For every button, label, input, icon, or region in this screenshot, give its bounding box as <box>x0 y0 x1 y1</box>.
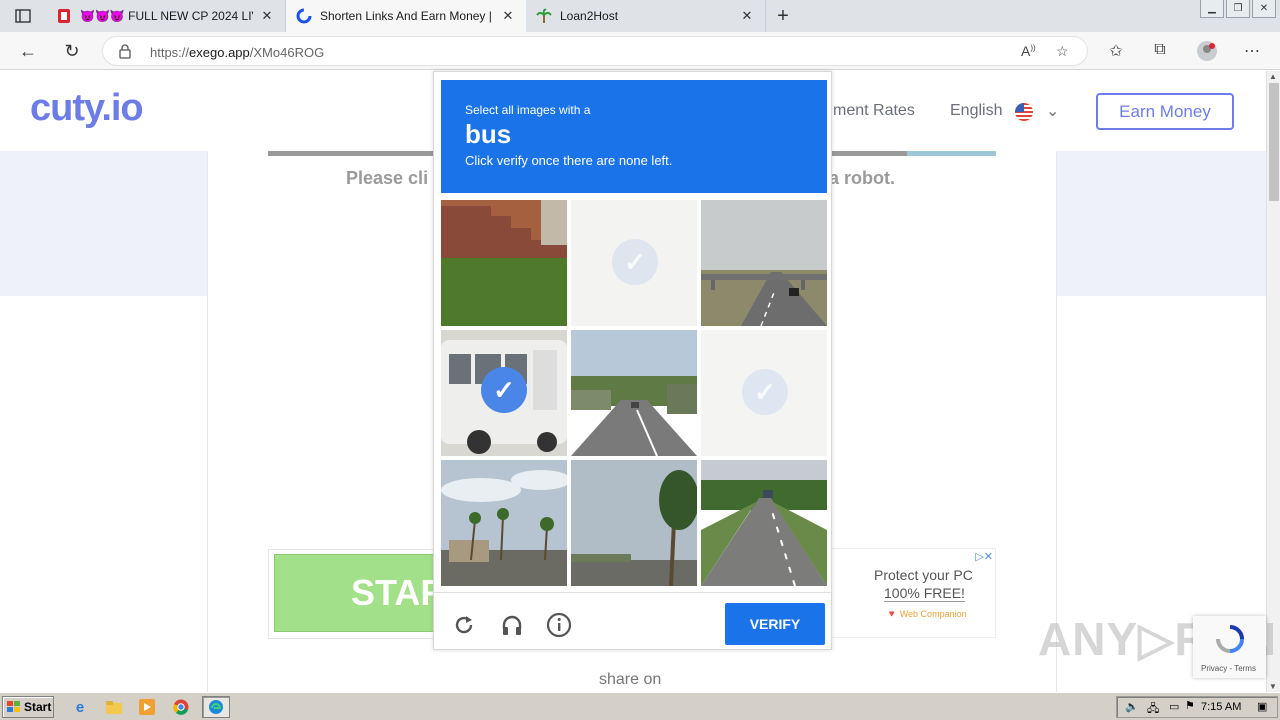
tab-actions-icon <box>15 9 31 23</box>
lock-icon[interactable] <box>119 44 131 59</box>
browser-tab-bar: 😈😈😈 FULL NEW CP 2024 LIVES ✕ Shorten Lin… <box>0 0 1280 32</box>
checkmark-icon: ✓ <box>481 367 527 413</box>
window-controls: ▁ ❐ ✕ <box>1200 0 1276 18</box>
captcha-tile-7[interactable] <box>441 460 567 586</box>
cuty-logo[interactable]: cuty.io <box>30 87 144 130</box>
captcha-intro: Select all images with a <box>465 103 591 117</box>
refresh-icon[interactable]: ↻ <box>61 40 83 62</box>
captcha-tile-8[interactable] <box>571 460 697 586</box>
captcha-target: bus <box>465 119 512 149</box>
notification-icon[interactable]: ▣ <box>1257 700 1267 713</box>
close-tab-icon[interactable]: ✕ <box>500 8 516 24</box>
tab-cp-2024[interactable]: 😈😈😈 FULL NEW CP 2024 LIVES ✕ <box>46 0 286 32</box>
checkmark-icon: ✓ <box>612 239 658 285</box>
scroll-up-icon[interactable]: ▲ <box>1269 72 1277 81</box>
tab-title: Shorten Links And Earn Money | c <box>320 9 494 23</box>
media-player-icon[interactable] <box>135 696 159 718</box>
file-explorer-icon[interactable] <box>102 696 126 718</box>
info-icon[interactable] <box>545 611 573 639</box>
internet-explorer-icon[interactable]: e <box>68 696 92 718</box>
tab-shorten-links[interactable]: Shorten Links And Earn Money | c ✕ <box>286 0 526 32</box>
palm-road-image <box>571 460 697 586</box>
advertisement-banner[interactable]: ▷✕ Protect your PC 100% FREE! 🔻 Web Comp… <box>830 548 996 638</box>
captcha-tile-4[interactable]: ✓ <box>441 330 567 456</box>
scroll-down-icon[interactable]: ▼ <box>1269 682 1277 691</box>
red-document-icon <box>58 9 70 23</box>
captcha-tile-6[interactable]: ✓ <box>701 330 827 456</box>
device-icon[interactable]: ▭ <box>1169 700 1179 713</box>
tab-actions-button[interactable] <box>0 0 46 32</box>
captcha-tile-1[interactable] <box>441 200 567 326</box>
ad-headline: Protect your PC <box>874 567 973 583</box>
more-menu-icon[interactable]: ⋯ <box>1242 41 1262 61</box>
address-toolbar: ← ↻ https://exego.app/XMo46ROG A)) ☆ ✩ ⧉… <box>0 32 1280 70</box>
scrollbar-thumb[interactable] <box>1269 83 1279 201</box>
system-tray: 🔈 🖧 ▭ ⚑ 7:15 AM ▣ <box>1116 696 1278 718</box>
palm-tree-icon <box>536 8 552 23</box>
city-street-image <box>571 330 697 456</box>
minimize-icon[interactable]: ▁ <box>1200 0 1224 18</box>
volume-icon[interactable]: 🔈 <box>1125 700 1139 713</box>
close-tab-icon[interactable]: ✕ <box>739 8 755 24</box>
share-on-text: share on <box>599 671 662 688</box>
back-arrow-icon[interactable]: ← <box>17 40 39 62</box>
start-label: Start <box>24 700 52 714</box>
language-selector[interactable]: English <box>950 102 1002 120</box>
recaptcha-logo-icon <box>1216 625 1244 653</box>
edge-taskbar-icon[interactable] <box>202 696 230 718</box>
chevron-down-icon[interactable]: ⌄ <box>1046 101 1059 121</box>
close-window-icon[interactable]: ✕ <box>1252 0 1276 18</box>
start-menu-button[interactable]: Start <box>2 696 54 718</box>
palm-trees-image <box>441 460 567 586</box>
taskbar-clock[interactable]: 7:15 AM <box>1201 701 1241 713</box>
ad-subline: 100% FREE! <box>884 585 965 602</box>
captcha-challenge: Select all images with a bus Click verif… <box>433 71 832 650</box>
tab-title: 😈😈😈 FULL NEW CP 2024 LIVES <box>80 9 253 23</box>
network-icon[interactable]: 🖧 <box>1147 700 1159 719</box>
profile-avatar-icon[interactable] <box>1196 40 1218 62</box>
windows-logo-icon <box>7 701 20 712</box>
url-text: https://exego.app/XMo46ROG <box>150 45 325 60</box>
cuty-logo-icon <box>296 8 312 24</box>
add-favorite-icon[interactable]: ☆ <box>1056 43 1069 60</box>
captcha-instruction: Click verify once there are none left. <box>465 153 673 168</box>
read-aloud-icon[interactable]: A)) <box>1021 43 1036 59</box>
highway-car-image <box>701 460 827 586</box>
captcha-tile-9[interactable] <box>701 460 827 586</box>
tab-loan2host[interactable]: Loan2Host ✕ <box>526 0 766 32</box>
restore-icon[interactable]: ❐ <box>1226 0 1250 18</box>
page-scrollbar[interactable]: ▲ ▼ <box>1266 71 1280 692</box>
windows-taskbar: Start e 🔈 🖧 ▭ ⚑ 7:15 AM ▣ <box>0 692 1280 720</box>
earn-money-button[interactable]: Earn Money <box>1096 93 1234 130</box>
address-field[interactable]: https://exego.app/XMo46ROG A)) ☆ <box>102 36 1088 66</box>
us-flag-icon <box>1015 103 1033 121</box>
new-tab-button[interactable]: + <box>766 0 800 32</box>
ad-close-icon[interactable]: ▷✕ <box>975 550 993 563</box>
collections-icon[interactable]: ⧉ <box>1150 41 1170 59</box>
start-button[interactable]: STAR <box>274 554 446 632</box>
captcha-header: Select all images with a bus Click verif… <box>441 80 827 193</box>
favorites-icon[interactable]: ✩ <box>1106 41 1126 61</box>
close-tab-icon[interactable]: ✕ <box>259 8 275 24</box>
captcha-tile-2[interactable]: ✓ <box>571 200 697 326</box>
checkmark-icon: ✓ <box>742 369 788 415</box>
chrome-icon[interactable] <box>169 696 193 718</box>
recaptcha-badge[interactable]: Privacy - Terms <box>1193 616 1266 678</box>
recaptcha-links[interactable]: Privacy - Terms <box>1201 664 1256 673</box>
flag-icon[interactable]: ⚑ <box>1185 699 1195 712</box>
ad-brand: 🔻 Web Companion <box>886 609 967 619</box>
captcha-tile-5[interactable] <box>571 330 697 456</box>
nav-payment-rates[interactable]: ment Rates <box>833 102 915 120</box>
highway-overpass-image <box>701 200 827 326</box>
reload-icon[interactable] <box>450 611 478 639</box>
please-click-text: Please cli <box>346 168 429 188</box>
headphones-icon[interactable] <box>498 611 526 639</box>
verify-button[interactable]: VERIFY <box>725 603 825 645</box>
tab-title: Loan2Host <box>560 9 619 23</box>
captcha-tile-3[interactable] <box>701 200 827 326</box>
brick-steps-image <box>441 200 567 326</box>
captcha-footer: VERIFY <box>434 592 831 650</box>
